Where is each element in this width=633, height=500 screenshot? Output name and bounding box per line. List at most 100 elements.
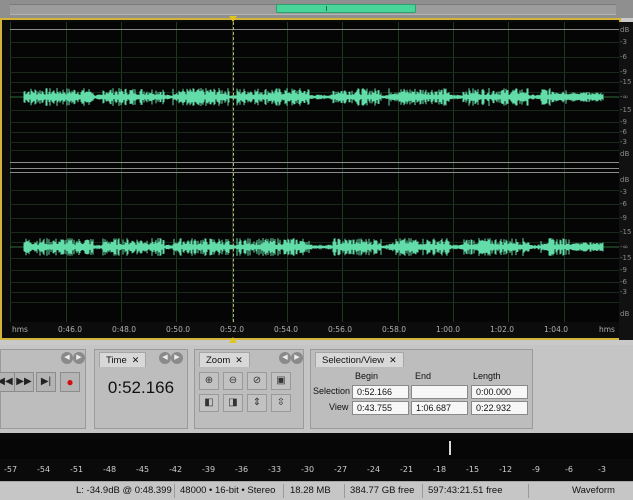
amplitude-tick-label: -6 bbox=[620, 200, 627, 208]
playhead-marker-top-icon[interactable] bbox=[229, 16, 237, 22]
playhead-marker-bottom-icon[interactable] bbox=[229, 337, 237, 343]
time-ruler-unit-left: hms bbox=[12, 325, 28, 334]
zoom-right-icon: ◨ bbox=[228, 397, 238, 408]
zoom-left-edge-button[interactable]: ◧ bbox=[199, 394, 219, 412]
selection-length-field[interactable]: 0:00.000 bbox=[471, 385, 528, 399]
meter-tick-label: -18 bbox=[433, 465, 447, 474]
status-view-mode: Waveform bbox=[572, 485, 615, 496]
go-to-end-icon: ▶| bbox=[40, 376, 52, 387]
waveform-svg bbox=[10, 88, 619, 256]
close-icon[interactable]: ✕ bbox=[389, 355, 397, 365]
meter-tick-label: -48 bbox=[103, 465, 117, 474]
meter-tick-label: -39 bbox=[202, 465, 216, 474]
status-separator bbox=[422, 484, 423, 498]
panel-options-icon[interactable]: ◀ bbox=[159, 352, 171, 364]
level-meter: -57 -54 -51 -48 -45 -42 -39 -36 -33 -30 -27 -24 -21 -… bbox=[0, 433, 633, 481]
time-tick-label: 0:50.0 bbox=[166, 325, 190, 334]
amplitude-tick-label: -9 bbox=[620, 214, 627, 222]
meter-tick-label: -57 bbox=[4, 465, 18, 474]
meter-tick-label: -42 bbox=[169, 465, 183, 474]
tab-selection-view[interactable]: Selection/View ✕ bbox=[315, 352, 404, 367]
meter-tick-label: -33 bbox=[268, 465, 282, 474]
amplitude-ruler: dB -3 -6 -9 -15 -∞ -15 -9 -6 -3 dB dB -3 -6 -9 -15 -∞ -15… bbox=[619, 22, 633, 340]
status-bar: L: -34.9dB @ 0:48.399 48000 • 16-bit • S… bbox=[0, 481, 633, 500]
zoom-selection-button[interactable]: ▣ bbox=[271, 372, 291, 390]
panel-options-icon[interactable]: ▶ bbox=[171, 352, 183, 364]
rewind-button[interactable]: ◀◀ bbox=[0, 372, 15, 392]
close-icon[interactable]: ✕ bbox=[235, 355, 243, 365]
amplitude-tick-label: -6 bbox=[620, 128, 627, 136]
status-separator bbox=[528, 484, 529, 498]
waveform-display[interactable] bbox=[10, 22, 619, 322]
amplitude-tick-label: dB bbox=[620, 150, 630, 158]
zoom-full-icon: ⊘ bbox=[252, 375, 262, 386]
record-button[interactable]: ● bbox=[60, 372, 80, 392]
zoom-out-vertical-button[interactable]: ⇳ bbox=[271, 394, 291, 412]
time-tick-label: 0:52.0 bbox=[220, 325, 244, 334]
meter-tick-label: -21 bbox=[400, 465, 414, 474]
status-free-space: 384.77 GB free bbox=[350, 485, 415, 496]
zoom-in-vertical-button[interactable]: ⇕ bbox=[247, 394, 267, 412]
close-icon[interactable]: ✕ bbox=[132, 355, 140, 365]
meter-tick-label: -45 bbox=[136, 465, 150, 474]
amplitude-tick-label: dB bbox=[620, 310, 630, 318]
amplitude-tick-label: -∞ bbox=[620, 243, 629, 251]
meter-tick-label: -9 bbox=[532, 465, 540, 474]
tab-time[interactable]: Time ✕ bbox=[99, 352, 147, 367]
zoom-in-vertical-icon: ⇕ bbox=[252, 397, 262, 408]
fast-forward-icon: ▶▶ bbox=[16, 376, 32, 387]
time-ruler-unit-right: hms bbox=[599, 325, 615, 334]
time-display: 0:52.166 bbox=[107, 378, 175, 397]
header-end: End bbox=[415, 371, 432, 381]
tab-selection-view-label: Selection/View bbox=[322, 355, 385, 366]
zoom-in-icon: ⊕ bbox=[204, 375, 214, 386]
amplitude-tick-label: -3 bbox=[620, 138, 627, 146]
tab-zoom-label: Zoom bbox=[206, 355, 231, 366]
selection-begin-field[interactable]: 0:52.166 bbox=[352, 385, 409, 399]
panel-options-icon[interactable]: ▶ bbox=[291, 352, 303, 364]
zoom-selection-icon: ▣ bbox=[276, 375, 286, 386]
meter-tick-label: -6 bbox=[565, 465, 573, 474]
amplitude-tick-label: -3 bbox=[620, 288, 627, 296]
zoom-out-vertical-icon: ⇳ bbox=[276, 397, 286, 408]
zoom-in-horizontal-button[interactable]: ⊕ bbox=[199, 372, 219, 390]
amplitude-tick-label: dB bbox=[620, 176, 630, 184]
meter-tick-label: -27 bbox=[334, 465, 348, 474]
time-tick-label: 1:04.0 bbox=[544, 325, 568, 334]
level-peak-indicator bbox=[449, 441, 451, 455]
amplitude-tick-label: dB bbox=[620, 26, 630, 34]
amplitude-tick-label: -3 bbox=[620, 38, 627, 46]
selection-end-field[interactable] bbox=[411, 385, 468, 399]
level-meter-bar bbox=[0, 439, 633, 459]
overview-scroll-thumb[interactable] bbox=[276, 4, 416, 13]
zoom-out-full-button[interactable]: ⊘ bbox=[247, 372, 267, 390]
rewind-icon: ◀◀ bbox=[0, 376, 13, 387]
amplitude-tick-label: -9 bbox=[620, 266, 627, 274]
zoom-right-edge-button[interactable]: ◨ bbox=[223, 394, 243, 412]
zoom-out-horizontal-button[interactable]: ⊖ bbox=[223, 372, 243, 390]
amplitude-tick-label: -15 bbox=[620, 78, 632, 86]
time-ruler[interactable]: hms hms 0:46.0 0:48.0 0:50.0 0:52.0 0:54.0 0:… bbox=[10, 322, 619, 338]
amplitude-tick-label: -9 bbox=[620, 68, 627, 76]
status-format: 48000 • 16-bit • Stereo bbox=[180, 485, 276, 496]
time-tick-label: 0:46.0 bbox=[58, 325, 82, 334]
amplitude-tick-label: -∞ bbox=[620, 93, 629, 101]
panel-dock: ◀ ▶ ◀◀ ▶▶ ▶| ● Time ✕ ◀ ▶ 0:52.166 Zoom ✕ … bbox=[0, 345, 633, 433]
meter-tick-label: -54 bbox=[37, 465, 51, 474]
amplitude-tick-label: -6 bbox=[620, 53, 627, 61]
tab-zoom[interactable]: Zoom ✕ bbox=[199, 352, 250, 367]
status-free-time: 597:43:21.51 free bbox=[428, 485, 503, 496]
panel-options-icon[interactable]: ◀ bbox=[61, 352, 73, 364]
view-begin-field[interactable]: 0:43.755 bbox=[352, 401, 409, 415]
panel-options-icon[interactable]: ◀ bbox=[279, 352, 291, 364]
playhead-cursor[interactable] bbox=[233, 22, 234, 322]
meter-tick-label: -36 bbox=[235, 465, 249, 474]
status-file-size: 18.28 MB bbox=[290, 485, 331, 496]
meter-tick-label: -12 bbox=[499, 465, 513, 474]
go-to-end-button[interactable]: ▶| bbox=[36, 372, 56, 392]
view-length-field[interactable]: 0:22.932 bbox=[471, 401, 528, 415]
fast-forward-button[interactable]: ▶▶ bbox=[14, 372, 34, 392]
selection-view-panel: Selection/View ✕ Begin End Length Selecti… bbox=[310, 349, 533, 429]
panel-options-icon[interactable]: ▶ bbox=[73, 352, 85, 364]
view-end-field[interactable]: 1:06.687 bbox=[411, 401, 468, 415]
